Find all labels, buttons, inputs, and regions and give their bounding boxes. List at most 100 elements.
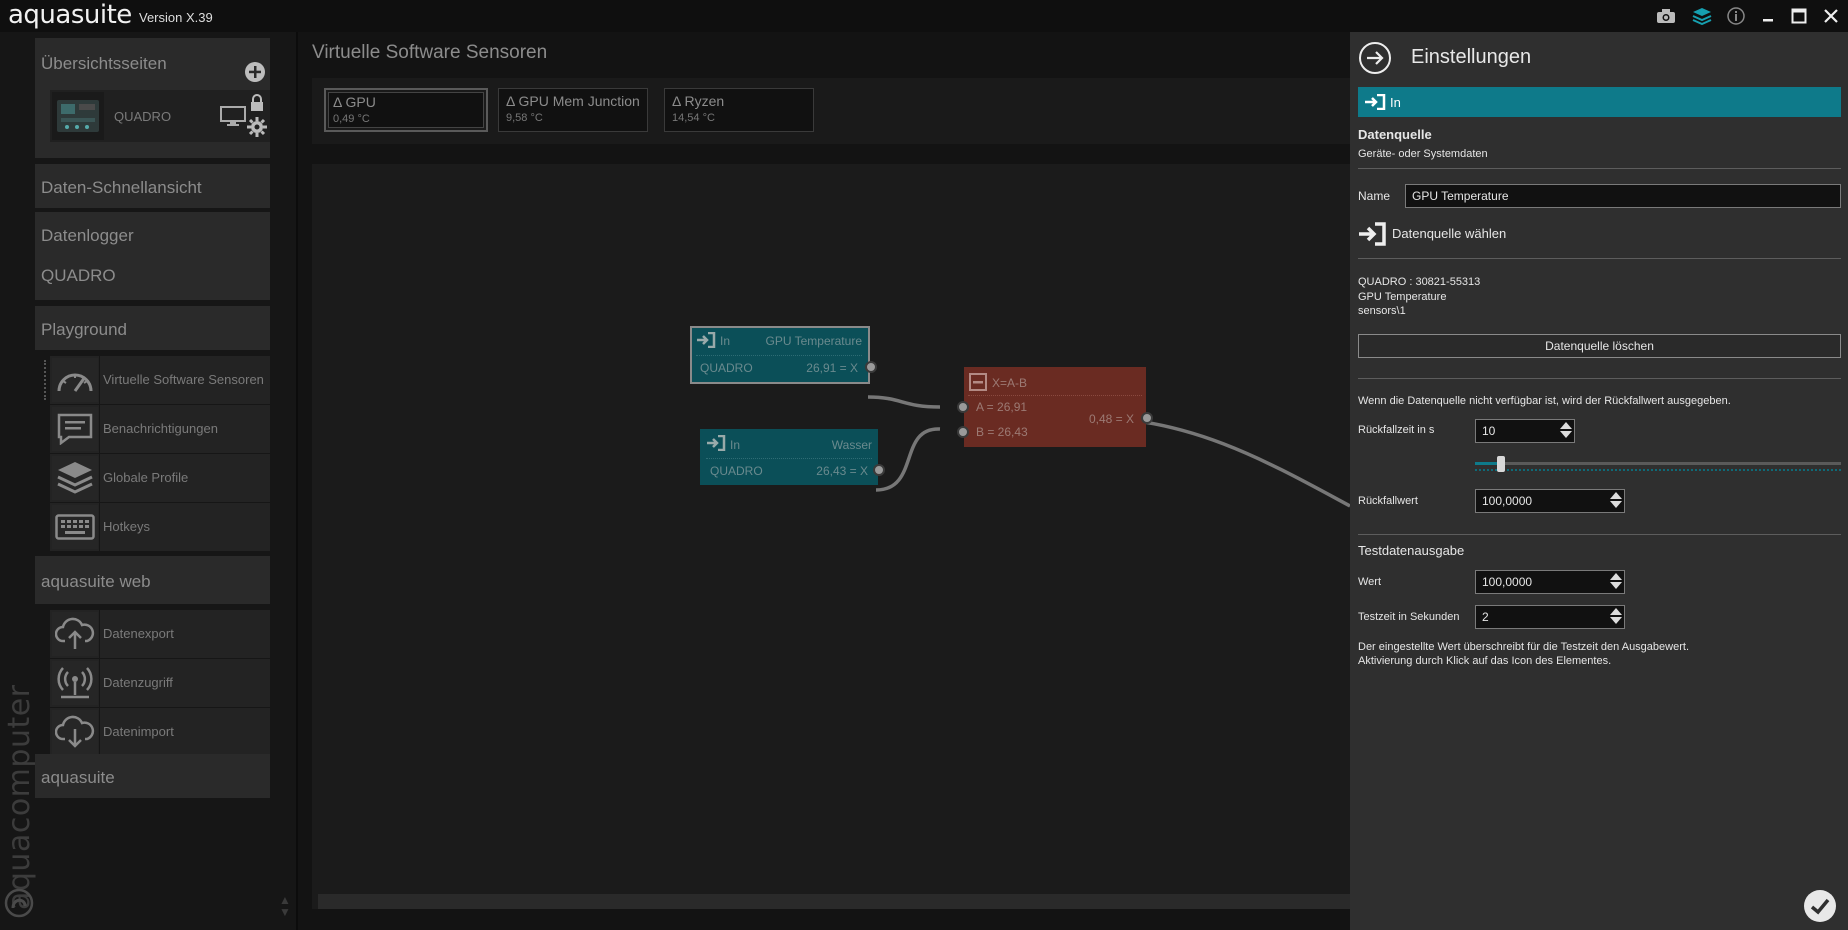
confirm-check-icon[interactable]: [1804, 890, 1836, 922]
sensor-value: 9,58 °C: [506, 112, 543, 124]
spin-arrows-icon[interactable]: [1607, 489, 1625, 511]
delete-source-button[interactable]: Datenquelle löschen: [1358, 334, 1841, 358]
sidebar-section-web[interactable]: aquasuite web: [35, 556, 270, 604]
sensor-chip-gpu[interactable]: Δ GPU 0,49 °C: [324, 88, 488, 132]
maximize-icon[interactable]: [1787, 5, 1811, 27]
app-logo: aquasuite: [8, 0, 132, 30]
name-input[interactable]: [1405, 184, 1841, 208]
node-type: In: [730, 438, 741, 452]
sidebar-item-quadro-overview[interactable]: QUADRO: [50, 90, 270, 142]
test-value-stepper[interactable]: [1475, 570, 1625, 594]
node-canvas[interactable]: In GPU Temperature QUADRO 26,91 = X In W…: [312, 164, 1350, 909]
input-port-b[interactable]: [957, 426, 969, 438]
node-output: 26,91 = X: [806, 361, 858, 375]
minus-box-icon: [969, 373, 987, 394]
main-area: Virtuelle Software Sensoren Δ GPU 0,49 °…: [298, 32, 1350, 930]
output-port[interactable]: [873, 464, 885, 476]
sidebar-item-label: Datenexport: [103, 626, 174, 641]
message-icon: [52, 407, 98, 451]
slider-thumb[interactable]: [1497, 456, 1505, 472]
info-icon[interactable]: [1724, 5, 1748, 27]
test-time-stepper[interactable]: [1475, 605, 1625, 629]
choose-source-icon[interactable]: [1358, 222, 1386, 251]
sidebar-item-hotkeys[interactable]: Hotkeys: [50, 503, 270, 551]
sidebar-section-quadro[interactable]: QUADRO: [35, 254, 270, 300]
sidebar-item-data-export[interactable]: Datenexport: [50, 610, 270, 658]
minimize-icon[interactable]: [1756, 5, 1780, 27]
sidebar-item-data-access[interactable]: Datenzugriff: [50, 659, 270, 707]
sidebar-section-datalogger[interactable]: Datenlogger: [35, 212, 270, 256]
sidebar-item-data-import[interactable]: Datenimport: [50, 708, 270, 756]
active-indicator: [44, 360, 46, 400]
sidebar-section-label: Übersichtsseiten: [41, 54, 167, 73]
sidebar-item-label: Virtuelle Software Sensoren: [103, 372, 264, 387]
cloud-upload-icon: [52, 612, 98, 656]
layers-icon[interactable]: [1690, 5, 1714, 27]
sidebar-section-quickview[interactable]: Daten-Schnellansicht: [35, 164, 270, 208]
node-formula: X=A-B: [992, 376, 1028, 390]
monitor-icon[interactable]: [220, 106, 246, 131]
sidebar-section-label: QUADRO: [41, 266, 116, 285]
aquacomputer-logo-icon: [4, 888, 34, 923]
horizontal-scrollbar[interactable]: [318, 894, 1350, 909]
sidebar-item-notifications[interactable]: Benachrichtigungen: [50, 405, 270, 453]
node-type: In: [720, 334, 731, 348]
fallback-time-stepper[interactable]: [1475, 419, 1575, 443]
input-arrow-icon: [696, 331, 716, 351]
gear-icon[interactable]: [246, 116, 268, 143]
choose-source-link[interactable]: Datenquelle wählen: [1392, 226, 1506, 241]
antenna-icon: [52, 661, 98, 705]
test-value-input[interactable]: [1475, 570, 1625, 594]
sidebar: aquacomputer Übersichtsseiten QUADRO Dat…: [0, 32, 296, 930]
test-time-input[interactable]: [1475, 605, 1625, 629]
name-label: Name: [1358, 189, 1391, 203]
input-arrow-icon: [1364, 93, 1386, 115]
scroll-arrows-icon[interactable]: ▲ ▼: [279, 894, 291, 918]
sidebar-section-aquasuite[interactable]: aquasuite: [35, 754, 270, 798]
sensor-bar: Δ GPU 0,49 °C Δ GPU Mem Junction 9,58 °C…: [312, 78, 1350, 144]
node-input-b: B = 26,43: [976, 425, 1028, 439]
add-page-icon[interactable]: [245, 62, 265, 82]
sidebar-item-global-profiles[interactable]: Globale Profile: [50, 454, 270, 502]
node-output: 26,43 = X: [816, 464, 868, 478]
node-source: QUADRO: [700, 361, 753, 375]
node-in-water[interactable]: In Wasser QUADRO 26,43 = X: [700, 429, 885, 485]
test-value-label: Wert: [1358, 576, 1382, 588]
sidebar-item-label: Globale Profile: [103, 470, 189, 485]
fallback-time-slider[interactable]: [1475, 456, 1841, 472]
app-version: Version X.39: [139, 10, 213, 25]
sidebar-section-label: aquasuite: [41, 768, 115, 787]
node-subtract[interactable]: X=A-B A = 26,91 B = 26,43 0,48 = X: [957, 367, 1153, 447]
lock-icon[interactable]: [249, 94, 265, 117]
node-source: QUADRO: [710, 464, 763, 478]
title-bar: aquasuite Version X.39: [0, 0, 1848, 32]
sidebar-item-label: Hotkeys: [103, 519, 150, 534]
sidebar-item-virtual-sensors[interactable]: Virtuelle Software Sensoren: [44, 356, 270, 404]
fallback-value-input[interactable]: [1475, 489, 1625, 513]
node-type-label: In: [1390, 95, 1401, 110]
camera-icon[interactable]: [1654, 5, 1678, 27]
sensor-chip-ryzen[interactable]: Δ Ryzen 14,54 °C: [664, 88, 814, 132]
spin-arrows-icon[interactable]: [1557, 419, 1575, 441]
arrow-right-circle-icon[interactable]: [1358, 41, 1392, 80]
output-port[interactable]: [1141, 412, 1153, 424]
fallback-note: Wenn die Datenquelle nicht verfügbar ist…: [1358, 395, 1731, 407]
sidebar-section-playground[interactable]: Playground: [35, 306, 270, 350]
sensor-chip-gpu-mem[interactable]: Δ GPU Mem Junction 9,58 °C: [498, 88, 648, 132]
spin-arrows-icon[interactable]: [1607, 605, 1625, 627]
source-info-line: sensors\1: [1358, 305, 1406, 317]
sidebar-item-label: Benachrichtigungen: [103, 421, 218, 436]
settings-panel: Einstellungen In Datenquelle Geräte- ode…: [1350, 32, 1848, 930]
input-port-a[interactable]: [957, 401, 969, 413]
sensor-name: Δ GPU: [333, 94, 376, 110]
datasource-heading: Datenquelle: [1358, 127, 1432, 142]
device-thumbnail-icon: [52, 92, 104, 140]
source-info-line: QUADRO : 30821-55313: [1358, 276, 1481, 288]
close-icon[interactable]: [1819, 5, 1843, 27]
node-in-gpu-temperature[interactable]: In GPU Temperature QUADRO 26,91 = X: [690, 326, 877, 384]
fallback-value-stepper[interactable]: [1475, 489, 1625, 513]
output-port[interactable]: [865, 361, 877, 373]
spin-arrows-icon[interactable]: [1607, 570, 1625, 592]
sidebar-section-label: Datenlogger: [41, 226, 134, 245]
node-output: 0,48 = X: [1088, 412, 1134, 426]
